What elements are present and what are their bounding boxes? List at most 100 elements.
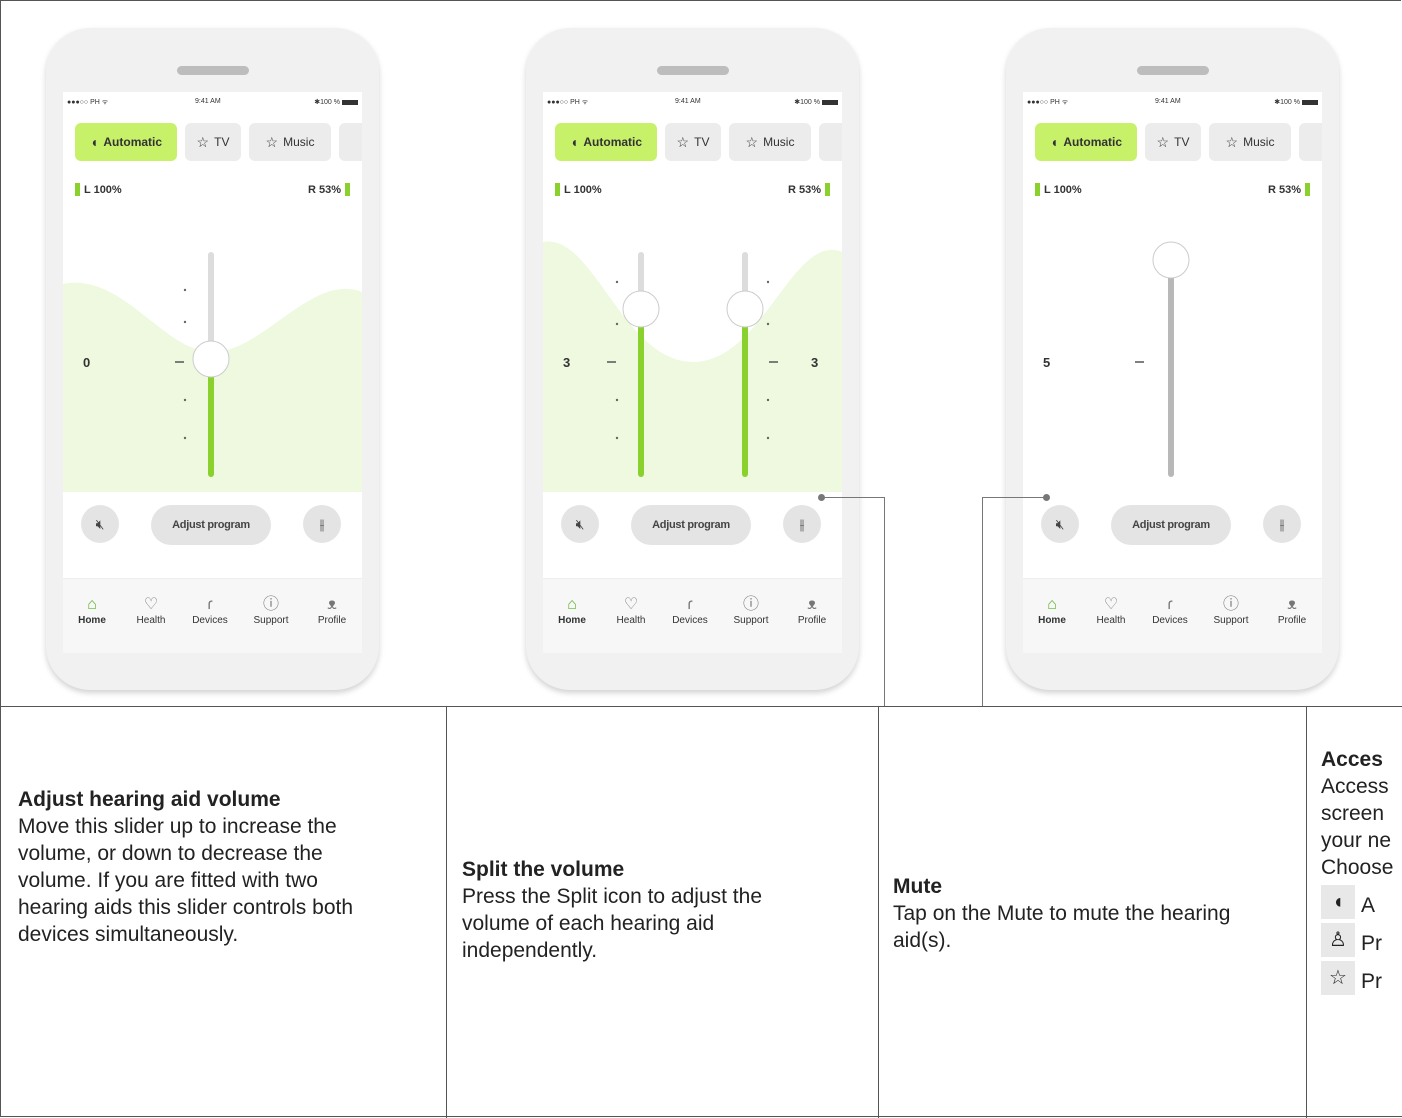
battery-level-icon: [345, 183, 350, 196]
star-icon: ☆: [1321, 961, 1355, 995]
phone-screen: ●●●○○ PH ᯤ 9:41 AM ✱100 % ◖ Automatic ☆ TV…: [63, 92, 362, 653]
volume-slider[interactable]: [63, 212, 362, 492]
help-icon: ⓘ: [742, 596, 759, 613]
phone-mockup-1: ●●●○○ PH ᯤ 9:41 AM ✱100 % ◖ Automatic ☆ TV…: [46, 28, 379, 690]
access-item: ♙ Pr: [1321, 923, 1402, 957]
mute-button[interactable]: 🔇︎: [81, 505, 119, 543]
tab-automatic[interactable]: ◖ Automatic: [1035, 123, 1137, 161]
nav-profile[interactable]: ᴥ Profile: [1267, 595, 1317, 626]
user-icon: ᴥ: [327, 596, 337, 613]
mute-button[interactable]: 🔇︎: [1041, 505, 1079, 543]
star-icon: ☆: [265, 133, 279, 150]
carrier-signal: ●●●○○ PH ᯤ: [1027, 99, 1069, 106]
nav-home[interactable]: ⌂ Home: [547, 595, 597, 626]
volume-slider-muted[interactable]: [1023, 212, 1322, 492]
bottom-nav: ⌂ Home ♡ Health ɾ Devices ⓘ Support ᴥ Profile: [543, 578, 842, 653]
mute-icon: 🔇︎: [1055, 515, 1065, 532]
mute-icon: 🔇︎: [95, 515, 105, 532]
status-battery: ✱100 %: [1274, 98, 1318, 106]
tab-tv[interactable]: ☆ TV: [665, 123, 721, 161]
star-icon: ☆: [196, 133, 210, 150]
col-divider: [1306, 706, 1307, 1118]
tab-more[interactable]: [339, 123, 362, 161]
tab-music[interactable]: ☆ Music: [249, 123, 331, 161]
nav-devices[interactable]: ɾ Devices: [665, 595, 715, 626]
nav-health[interactable]: ♡ Health: [126, 595, 176, 626]
battery-left: L 100%: [555, 183, 602, 196]
status-bar: ●●●○○ PH ᯤ 9:41 AM ✱100 %: [67, 98, 358, 110]
ear-icon: ◖: [1049, 134, 1059, 150]
cell-mute: Mute Tap on the Mute to mute the hearing…: [893, 873, 1293, 954]
phone-speaker: [1137, 66, 1209, 75]
nav-home[interactable]: ⌂ Home: [67, 595, 117, 626]
split-volume-sliders[interactable]: [543, 212, 842, 492]
nav-support[interactable]: ⓘ Support: [1206, 595, 1256, 626]
battery-left: L 100%: [1035, 183, 1082, 196]
adjust-program-button[interactable]: Adjust program: [1111, 505, 1231, 545]
battery-icon: [1302, 99, 1318, 105]
split-button[interactable]: ⫲: [303, 505, 341, 543]
nav-devices[interactable]: ɾ Devices: [1145, 595, 1195, 626]
tab-automatic[interactable]: ◖ Automatic: [555, 123, 657, 161]
phone-speaker: [177, 66, 249, 75]
nav-support[interactable]: ⓘ Support: [246, 595, 296, 626]
carrier-signal: ●●●○○ PH ᯤ: [67, 99, 109, 106]
cell-adjust-volume: Adjust hearing aid volume Move this slid…: [18, 786, 418, 948]
cell-body: Move this slider up to increase the volu…: [18, 815, 354, 946]
status-battery: ✱100 %: [794, 98, 838, 106]
phone-screen: ●●●○○ PH ᯤ 9:41 AM ✱100 % ◖ Automatic ☆ TV…: [1023, 92, 1322, 653]
battery-icon: [342, 99, 358, 105]
access-item: ☆ Pr: [1321, 961, 1402, 995]
ear-icon: ◖: [89, 134, 99, 150]
volume-right-value: 3: [811, 355, 819, 370]
tab-tv[interactable]: ☆ TV: [185, 123, 241, 161]
ear-icon: ◖: [1321, 885, 1355, 919]
status-bar: ●●●○○ PH ᯤ 9:41 AM ✱100 %: [547, 98, 838, 110]
mute-button[interactable]: 🔇︎: [561, 505, 599, 543]
adjust-program-button[interactable]: Adjust program: [151, 505, 271, 545]
nav-home[interactable]: ⌂ Home: [1027, 595, 1077, 626]
nav-health[interactable]: ♡ Health: [606, 595, 656, 626]
tab-more[interactable]: [819, 123, 842, 161]
phone-mockup-2: ●●●○○ PH ᯤ 9:41 AM ✱100 % ◖ Automatic ☆ TV…: [526, 28, 859, 690]
nav-devices[interactable]: ɾ Devices: [185, 595, 235, 626]
nav-support[interactable]: ⓘ Support: [726, 595, 776, 626]
battery-icon: [822, 99, 838, 105]
status-time: 9:41 AM: [195, 98, 221, 105]
nav-health[interactable]: ♡ Health: [1086, 595, 1136, 626]
tab-automatic[interactable]: ◖ Automatic: [75, 123, 177, 161]
hearing-aid-icon: ɾ: [1167, 596, 1173, 613]
heart-icon: ♡: [623, 596, 639, 613]
cell-line: Choose: [1321, 856, 1394, 879]
heart-icon: ♡: [1103, 596, 1119, 613]
status-battery: ✱100 %: [314, 98, 358, 106]
home-icon: ⌂: [87, 596, 97, 613]
nav-profile[interactable]: ᴥ Profile: [307, 595, 357, 626]
split-button[interactable]: ⫲: [783, 505, 821, 543]
cell-title: Mute: [893, 875, 942, 898]
tab-more[interactable]: [1299, 123, 1322, 161]
program-tabs: ◖ Automatic ☆ TV ☆ Music: [75, 123, 362, 161]
battery-right: R 53%: [1268, 183, 1310, 196]
program-tabs: ◖ Automatic ☆ TV ☆ Music: [555, 123, 842, 161]
nav-profile[interactable]: ᴥ Profile: [787, 595, 837, 626]
callout-line: [982, 497, 983, 706]
split-button[interactable]: ⫲: [1263, 505, 1301, 543]
status-time: 9:41 AM: [1155, 98, 1181, 105]
help-icon: ⓘ: [262, 596, 279, 613]
adjust-program-button[interactable]: Adjust program: [631, 505, 751, 545]
phone-speaker: [657, 66, 729, 75]
battery-level-icon: [75, 183, 80, 196]
tab-tv[interactable]: ☆ TV: [1145, 123, 1201, 161]
star-icon: ☆: [676, 133, 690, 150]
callout-line: [982, 497, 1046, 498]
cell-title: Split the volume: [462, 858, 625, 881]
user-icon: ♙: [1321, 923, 1355, 957]
col-divider: [878, 706, 879, 1118]
tab-music[interactable]: ☆ Music: [1209, 123, 1291, 161]
battery-level-icon: [825, 183, 830, 196]
cell-title: Adjust hearing aid volume: [18, 788, 281, 811]
ear-icon: ◖: [569, 134, 579, 150]
volume-value: 5: [1043, 355, 1051, 370]
tab-music[interactable]: ☆ Music: [729, 123, 811, 161]
